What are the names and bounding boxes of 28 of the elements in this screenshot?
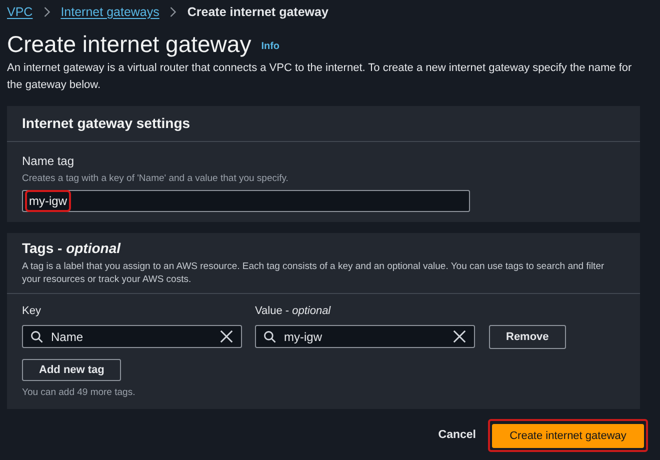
panel-title: Internet gateway settings	[22, 114, 190, 133]
field-hint: Creates a tag with a key of 'Name' and a value that you specify.	[22, 172, 290, 186]
page-description: An internet gateway is a virtual router that connects a VPC to the internet. To create a new internet gateway specify the name for the gateway below.	[7, 61, 633, 93]
search-field[interactable]: Name	[22, 325, 242, 348]
breadcrumb-link[interactable]: VPC	[7, 2, 33, 22]
clear-icon[interactable]	[219, 329, 234, 344]
cancel-button[interactable]: Cancel	[438, 427, 476, 444]
limit-note: You can add 49 more tags.	[22, 386, 136, 400]
column-label: Value - optional	[255, 304, 331, 320]
field-value: Name	[51, 328, 84, 346]
input-field[interactable]: my-igw	[22, 190, 470, 212]
search-field[interactable]: my-igw	[255, 325, 475, 348]
column-label: Key	[22, 304, 42, 320]
panel-title: Tags - optional	[22, 239, 122, 258]
panel-description: A tag is a label that you assign to an AWS resource. Each tag consists of a key and an optional value. You can use tags to search and filter your resources or track your AWS costs.	[22, 260, 606, 286]
clear-icon[interactable]	[452, 329, 467, 344]
info-link[interactable]: Info	[261, 39, 280, 54]
field-value: my-igw	[27, 192, 69, 210]
add-tag-button[interactable]: Add new tag	[22, 358, 122, 381]
page-title: Create internet gateway	[7, 30, 252, 59]
field-label: Name tag	[22, 153, 76, 170]
breadcrumb-current: Create internet gateway	[187, 4, 328, 21]
search-icon	[30, 330, 44, 344]
breadcrumb-link[interactable]: Internet gateways	[60, 2, 160, 22]
create-button[interactable]: Create internet gateway	[492, 424, 644, 448]
field-value: my-igw	[284, 328, 322, 346]
remove-button[interactable]: Remove	[489, 324, 566, 349]
search-icon	[263, 330, 277, 344]
